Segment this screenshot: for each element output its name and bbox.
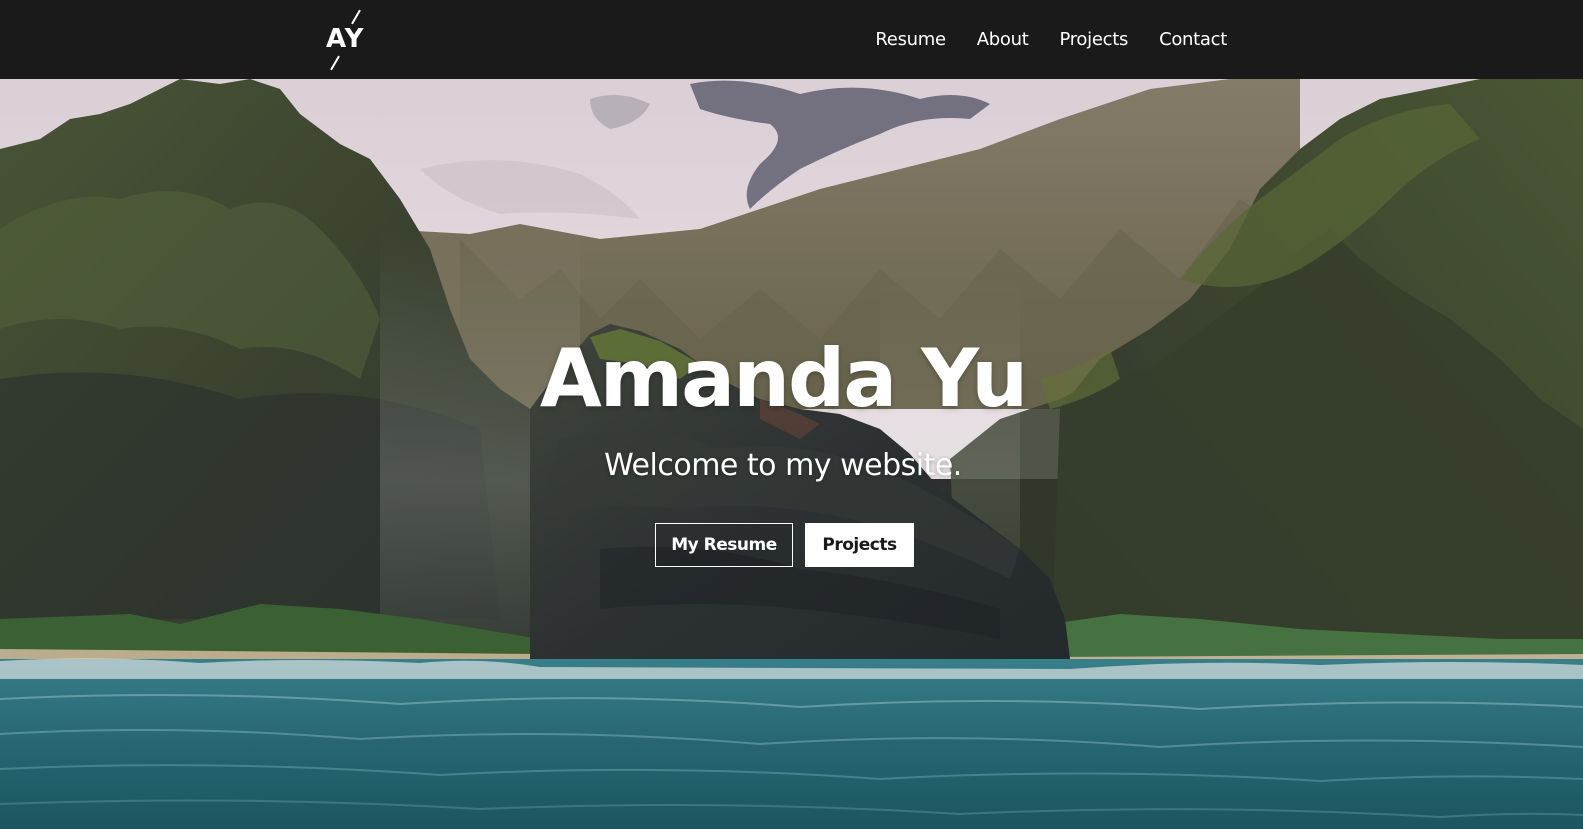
hero-subtitle: Welcome to my website. — [604, 448, 962, 483]
nav-link-projects[interactable]: Projects — [1059, 29, 1128, 50]
logo-text: AY — [326, 24, 365, 54]
logo-link[interactable]: AY — [322, 8, 374, 72]
logo-slash-bottom-icon — [330, 55, 340, 71]
hero-section: Amanda Yu Welcome to my website. My Resu… — [0, 79, 1583, 829]
hero-content: Amanda Yu Welcome to my website. My Resu… — [0, 79, 1583, 829]
nav-link-contact[interactable]: Contact — [1159, 29, 1227, 50]
nav-link-resume[interactable]: Resume — [875, 29, 946, 50]
my-resume-button[interactable]: My Resume — [655, 523, 793, 567]
navbar: AY Resume About Projects Contact — [0, 0, 1583, 79]
nav-menu: Resume About Projects Contact — [875, 0, 1227, 79]
hero-title: Amanda Yu — [539, 332, 1028, 425]
nav-link-about[interactable]: About — [977, 29, 1029, 50]
logo-slash-top-icon — [351, 9, 361, 25]
projects-button[interactable]: Projects — [805, 523, 914, 567]
